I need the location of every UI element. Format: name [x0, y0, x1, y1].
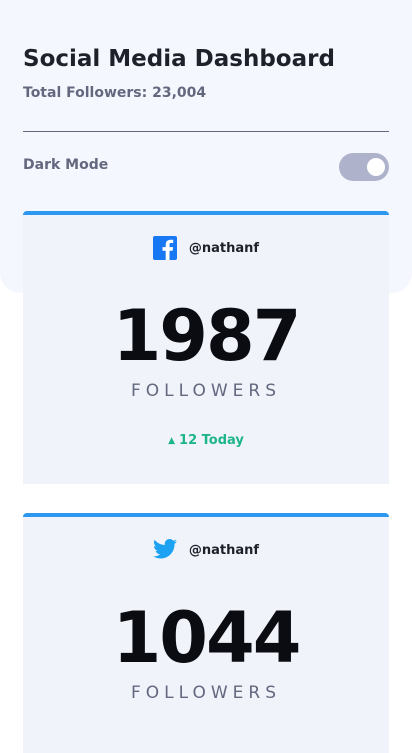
today-change: ▲ 12 Today [23, 433, 389, 448]
total-followers: Total Followers: 23,004 [23, 85, 207, 101]
divider [23, 131, 389, 132]
follower-count: 1044 [112, 597, 302, 679]
page-title: Social Media Dashboard [23, 46, 335, 72]
twitter-card[interactable]: @nathanf 1044 FOLLOWERS [23, 513, 389, 753]
follower-count: 1987 [112, 295, 302, 377]
dark-mode-label: Dark Mode [23, 157, 109, 173]
card-handle: @nathanf [188, 542, 260, 558]
card-header: @nathanf [23, 235, 389, 261]
card-handle: @nathanf [188, 240, 260, 256]
twitter-icon [152, 538, 177, 562]
dark-mode-toggle[interactable] [339, 153, 389, 181]
followers-label: FOLLOWERS [130, 683, 282, 703]
followers-label: FOLLOWERS [130, 381, 282, 401]
toggle-knob [367, 158, 385, 176]
facebook-icon [152, 236, 177, 260]
facebook-card[interactable]: @nathanf 1987 FOLLOWERS ▲ 12 Today [23, 211, 389, 484]
today-change-text: 12 Today [179, 433, 244, 448]
up-arrow-icon: ▲ [168, 435, 176, 446]
card-header: @nathanf [23, 537, 389, 563]
